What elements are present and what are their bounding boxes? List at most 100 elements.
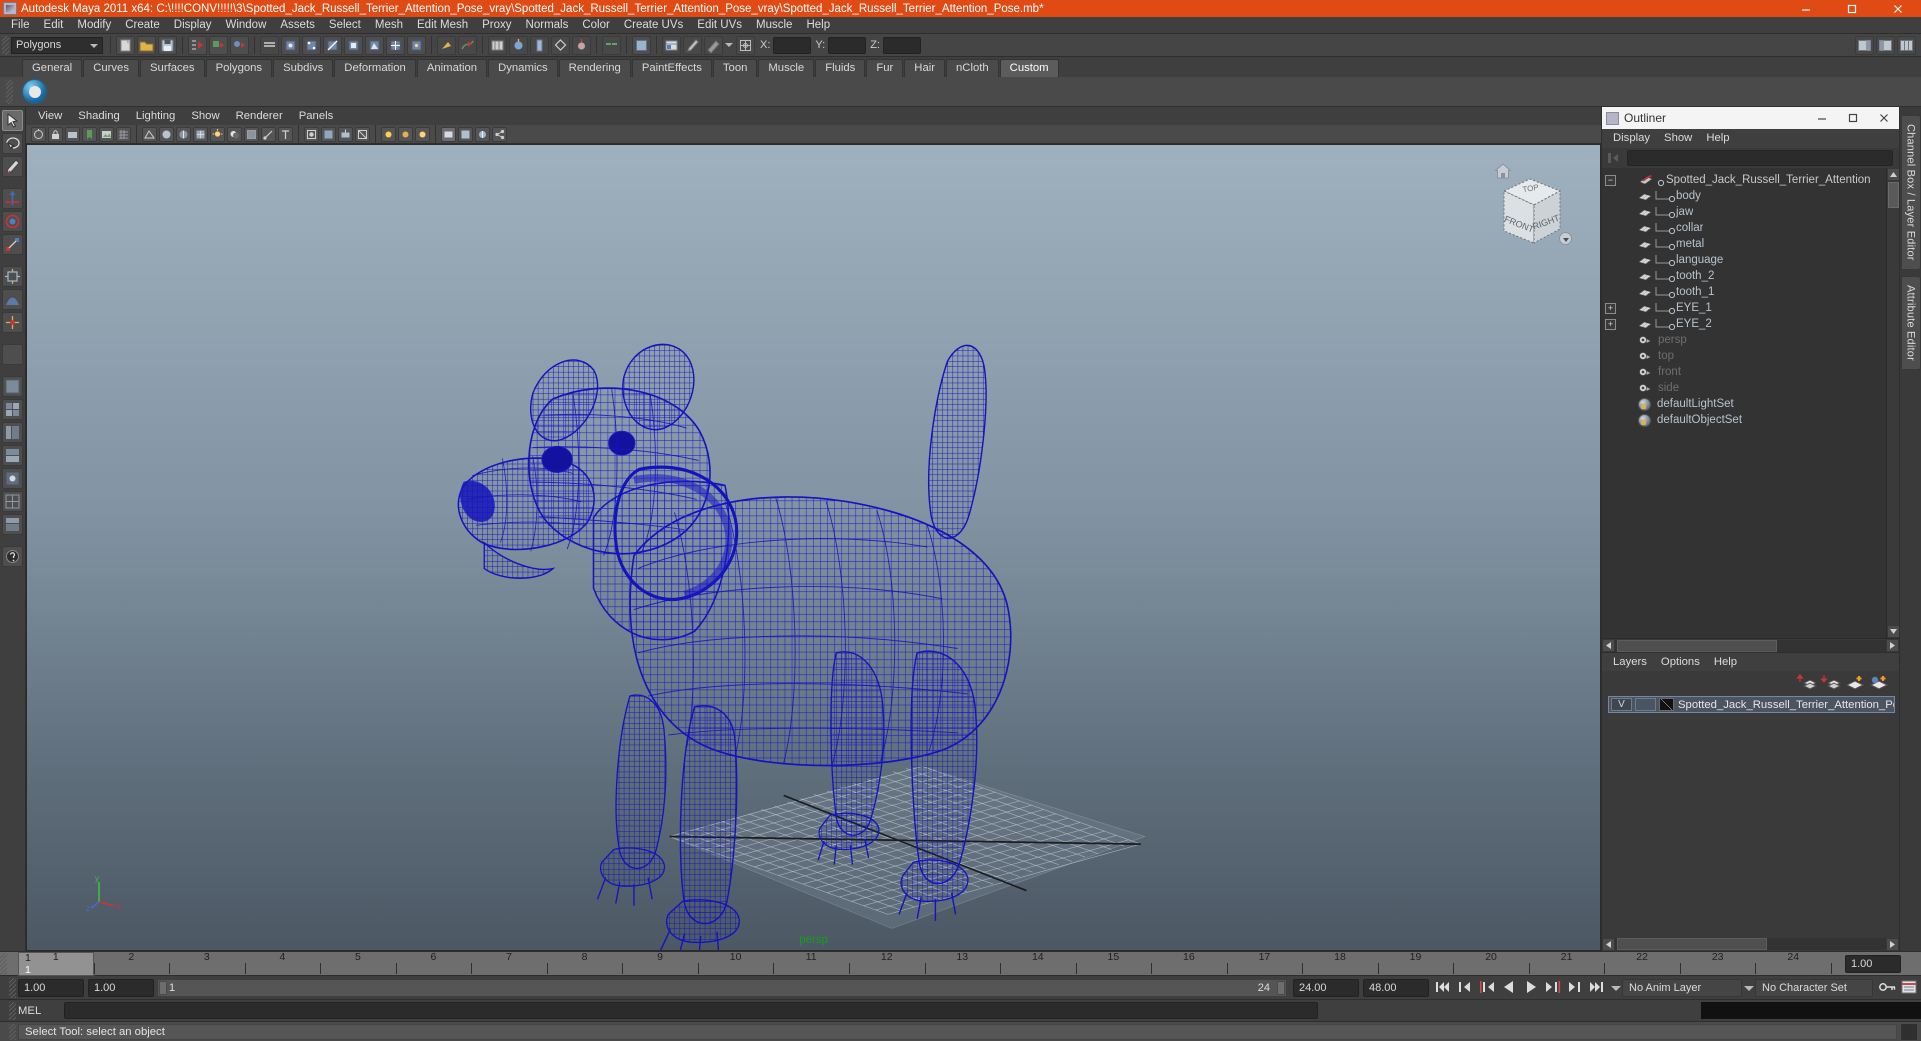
shelf-tab-subdivs[interactable]: Subdivs <box>273 59 334 77</box>
layer-playback-toggle[interactable] <box>1635 698 1656 711</box>
step-forward-frame-icon[interactable] <box>1543 978 1565 998</box>
animation-preferences-icon[interactable] <box>1899 978 1921 998</box>
new-scene-button[interactable] <box>116 35 135 55</box>
hscroll-left-button[interactable] <box>1602 639 1615 652</box>
camera-attributes-icon[interactable] <box>65 126 80 142</box>
outliner-row[interactable]: language <box>1602 252 1886 268</box>
display-uvs-icon[interactable] <box>355 126 370 142</box>
select-handles-button[interactable] <box>281 35 300 55</box>
outliner-row[interactable]: + EYE_1 <box>1602 300 1886 316</box>
play-backwards-icon[interactable] <box>1499 978 1521 998</box>
shelf-tab-muscle[interactable]: Muscle <box>758 59 815 77</box>
layer-hscroll-thumb[interactable] <box>1617 938 1767 950</box>
menu-item-proxy[interactable]: Proxy <box>475 17 518 34</box>
view-cube[interactable]: TOP FRONT RIGHT <box>1490 165 1570 260</box>
shelf-tab-painteffects[interactable]: PaintEffects <box>631 59 712 77</box>
range-end-field[interactable]: 24.00 <box>1293 978 1359 997</box>
isolate-select-button[interactable] <box>602 35 621 55</box>
viewport-menu-panels[interactable]: Panels <box>291 107 342 125</box>
transform-field-dropdown[interactable] <box>724 36 735 55</box>
range-start-handle[interactable] <box>159 980 167 995</box>
scroll-up-button[interactable] <box>1887 168 1899 181</box>
outliner-maximize-button[interactable] <box>1837 107 1868 129</box>
current-time-field[interactable]: 1.00 <box>1845 955 1901 973</box>
ipr-render-button[interactable] <box>509 35 528 55</box>
hardware-texturing-icon[interactable] <box>193 126 208 142</box>
display-normals-icon[interactable] <box>338 126 353 142</box>
xray-icon[interactable] <box>244 126 259 142</box>
outliner-tree-area[interactable]: − Spotted_Jack_Russell_Terrier_Attention b… <box>1602 168 1899 638</box>
character-set-field[interactable]: No Character Set <box>1755 978 1873 997</box>
toggle-ipr-button[interactable] <box>572 35 591 55</box>
outliner-row[interactable]: top <box>1602 348 1886 364</box>
shelf-tab-ncloth[interactable]: nCloth <box>946 59 999 77</box>
absolute-transform-icon[interactable] <box>736 35 755 55</box>
layer-hscroll-left-button[interactable] <box>1602 937 1615 951</box>
shelf-tab-dynamics[interactable]: Dynamics <box>488 59 558 77</box>
expand-collapse-icon[interactable] <box>1606 151 1624 165</box>
bookmark-icon[interactable] <box>82 126 97 142</box>
point-light-icon[interactable] <box>398 126 413 142</box>
menu-item-edit-uvs[interactable]: Edit UVs <box>690 17 749 34</box>
xray-toggle-button[interactable] <box>632 35 651 55</box>
scale-tool-button[interactable] <box>2 234 23 255</box>
command-line-grip[interactable] <box>9 1001 16 1020</box>
shelf-tab-general[interactable]: General <box>22 59 83 77</box>
camera-settings-icon[interactable] <box>441 126 456 142</box>
last-tool-used-button[interactable] <box>2 344 23 365</box>
render-view-button[interactable] <box>488 35 507 55</box>
layer-row[interactable]: V Spotted_Jack_Russell_Terrier_Attention_… <box>1608 696 1895 713</box>
move-layer-up-icon[interactable] <box>1796 673 1817 691</box>
open-script-editor-button[interactable] <box>662 35 681 55</box>
menu-item-mesh[interactable]: Mesh <box>368 17 410 34</box>
go-to-end-icon[interactable] <box>1587 978 1609 998</box>
menu-item-create-uvs[interactable]: Create UVs <box>617 17 690 34</box>
new-layer-icon[interactable] <box>1844 673 1865 691</box>
scroll-down-button[interactable] <box>1887 625 1899 638</box>
highlight-selection-mode-button[interactable] <box>260 35 279 55</box>
outliner-row[interactable]: − Spotted_Jack_Russell_Terrier_Attention <box>1602 172 1886 188</box>
select-faces-button[interactable] <box>344 35 363 55</box>
layer-menu-help[interactable]: Help <box>1707 653 1744 672</box>
sun-light-icon[interactable] <box>381 126 396 142</box>
menu-set-selector[interactable]: Polygons <box>11 36 103 54</box>
image-plane-icon[interactable] <box>99 126 114 142</box>
play-forwards-icon[interactable] <box>1521 978 1543 998</box>
range-end-handle[interactable] <box>1277 980 1285 995</box>
outliner-row[interactable]: tooth_1 <box>1602 284 1886 300</box>
open-scene-button[interactable] <box>137 35 156 55</box>
menu-item-modify[interactable]: Modify <box>70 17 118 34</box>
anim-layer-dropdown-arrow[interactable] <box>1609 979 1622 997</box>
select-tool-button[interactable] <box>2 110 23 131</box>
text-overlay-icon[interactable] <box>278 126 293 142</box>
menu-item-display[interactable]: Display <box>167 17 219 34</box>
menu-item-assets[interactable]: Assets <box>273 17 322 34</box>
animation-start-field[interactable]: 1.00 <box>88 978 154 997</box>
menu-item-create[interactable]: Create <box>118 17 167 34</box>
outliner-row[interactable]: front <box>1602 364 1886 380</box>
viewport-menu-view[interactable]: View <box>30 107 70 125</box>
shadows-icon[interactable] <box>227 126 242 142</box>
select-by-object-type-button[interactable] <box>209 35 228 55</box>
lasso-tool-button[interactable] <box>2 133 23 154</box>
step-back-keyframe-icon[interactable] <box>1455 978 1477 998</box>
smooth-shade-all-icon[interactable] <box>159 126 174 142</box>
viewport-menu-renderer[interactable]: Renderer <box>228 107 291 125</box>
layer-menu-options[interactable]: Options <box>1654 653 1707 672</box>
shelf-tab-custom[interactable]: Custom <box>999 59 1059 77</box>
y-input[interactable] <box>828 36 867 54</box>
xray-joints-icon[interactable] <box>261 126 276 142</box>
key-icon[interactable] <box>1877 978 1899 998</box>
layout-persp-graph-button[interactable] <box>2 445 23 466</box>
outliner-close-button[interactable] <box>1868 107 1899 129</box>
paint-select-tool-button[interactable] <box>2 156 23 177</box>
menu-item-window[interactable]: Window <box>218 17 273 34</box>
outliner-horizontal-scrollbar[interactable] <box>1602 638 1899 652</box>
soft-modification-tool-button[interactable] <box>2 289 23 310</box>
time-slider-grip[interactable] <box>0 953 7 975</box>
anim-layer-field[interactable]: No Anim Layer <box>1622 978 1742 997</box>
wireframe-shading-icon[interactable] <box>142 126 157 142</box>
universal-manipulator-button[interactable] <box>2 266 23 287</box>
hscroll-track[interactable] <box>1615 639 1886 652</box>
minimize-button[interactable] <box>1783 0 1829 17</box>
